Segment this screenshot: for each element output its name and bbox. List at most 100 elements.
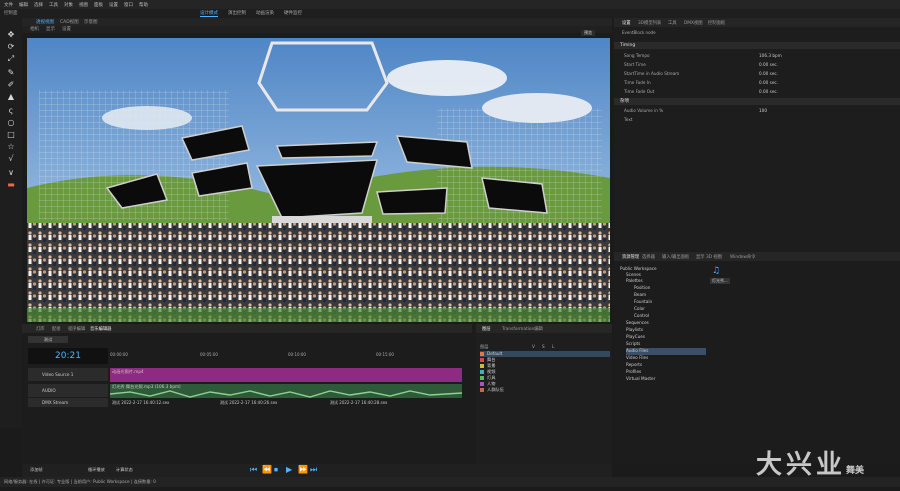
tab-schematic[interactable]: 示意图 (84, 19, 98, 25)
add-frame-button[interactable]: 添加帧 (30, 467, 43, 473)
tree-item[interactable]: Position (634, 285, 650, 292)
preview-button[interactable]: 预览 (581, 30, 595, 36)
tab-selector[interactable]: 选择器 (642, 254, 655, 260)
mode-show[interactable]: 演出控制 (228, 10, 246, 16)
circle-icon[interactable]: ○ (6, 118, 16, 127)
tree-item[interactable]: Profiles (626, 369, 641, 376)
tab-tools[interactable]: 工具 (668, 20, 677, 26)
menu-view[interactable]: 视图 (79, 2, 88, 8)
menu-object[interactable]: 对象 (64, 2, 73, 8)
flag-icon[interactable]: ▬ (6, 180, 16, 189)
menu-select[interactable]: 选择 (34, 2, 43, 8)
tab-patch[interactable]: 配接 (52, 326, 61, 332)
tree-item[interactable]: Scripts (626, 341, 640, 348)
square-icon[interactable]: □ (6, 130, 16, 139)
tree-item[interactable]: Playlists (626, 327, 643, 334)
tab-settings[interactable]: 设置 (622, 20, 631, 26)
menu-panel[interactable]: 面板 (94, 2, 103, 8)
layer-item[interactable]: 人物 (480, 381, 610, 387)
tab-transformation[interactable]: Transformation编辑 (502, 326, 543, 332)
tab-io-panel[interactable]: 输入/输出面板 (662, 254, 689, 260)
rotate-icon[interactable]: ⟳ (6, 42, 16, 51)
tree-item[interactable]: Reports (626, 362, 642, 369)
chevron-icon[interactable]: ∨ (6, 168, 16, 177)
track-video[interactable]: Video Source 1 (28, 368, 108, 381)
rewind-icon[interactable]: ⏪ (262, 465, 272, 474)
menu-window[interactable]: 窗口 (124, 2, 133, 8)
play-icon[interactable]: ▶ (286, 465, 292, 474)
prop-start-time[interactable]: Start Time 0.00 sec. (624, 61, 894, 68)
layer-item[interactable]: 舞台 (480, 357, 610, 363)
3d-viewport[interactable] (27, 38, 610, 322)
tree-item[interactable]: Sequences (626, 320, 649, 327)
tree-item-selected[interactable]: Audio Files (626, 348, 706, 355)
clip-video[interactable]: 动画光照片.mp4 (110, 368, 462, 382)
skip-start-icon[interactable]: ⏮ (250, 465, 257, 475)
loop-button[interactable]: 循环播放 (88, 467, 105, 473)
status-button[interactable]: 计算状态 (116, 467, 133, 473)
tree-item[interactable]: Beam (634, 292, 646, 299)
tab-window-commands[interactable]: Window命令 (730, 254, 756, 260)
layer-item[interactable]: 视频 (480, 369, 610, 375)
tab-cad[interactable]: CAD视图 (60, 19, 79, 25)
tab-control-panel[interactable]: 控制面板 (708, 20, 725, 26)
tree-item[interactable]: Control (634, 313, 649, 320)
spiral-icon[interactable]: ς (6, 106, 16, 115)
tree-item[interactable]: PlayCues (626, 334, 645, 341)
dmx-clips: 测试 2022-2-17 16:40:12.sex 测试 2022-2-17 1… (112, 400, 388, 405)
prop-text[interactable]: Text (624, 116, 894, 123)
prop-song-tempo[interactable]: Song Tempo 106.3 bpm (624, 52, 894, 59)
mode-design[interactable]: 设计模式 (200, 10, 218, 17)
brush-icon[interactable]: ✐ (6, 80, 16, 89)
misc-section[interactable]: 杂项 (614, 98, 900, 105)
menu-help[interactable]: 帮助 (139, 2, 148, 8)
menu-tools[interactable]: 工具 (49, 2, 58, 8)
test-button[interactable]: 测试 (28, 336, 68, 343)
prop-fade-in[interactable]: Time Fade In 0.00 sec. (624, 79, 894, 86)
skip-end-icon[interactable]: ⏭ (310, 465, 317, 475)
layer-item[interactable]: Default (480, 351, 610, 357)
tab-perspective[interactable]: 透视视图 (36, 19, 54, 25)
fill-icon[interactable]: ▲ (6, 92, 16, 101)
music-file-icon[interactable]: ♫ (712, 266, 720, 276)
tree-item[interactable]: Virtual Master (626, 376, 655, 383)
stop-icon[interactable]: ⏹ (274, 465, 278, 475)
camera-menu[interactable]: 相机 (30, 26, 39, 32)
menu-settings[interactable]: 设置 (109, 2, 118, 8)
tab-3d-view[interactable]: 显示 3D 视图 (696, 254, 722, 260)
clip-audio[interactable]: 灯光秀 舞台光照.mp3 (106.3 bpm) (110, 384, 462, 398)
tree-item[interactable]: Fountain (634, 299, 652, 306)
layer-item[interactable]: 灯具 (480, 375, 610, 381)
tree-item[interactable]: Video Files (626, 355, 648, 362)
layer-item[interactable]: 人群队伍 (480, 387, 610, 393)
prop-fade-out[interactable]: Time Fade Out 0.00 sec. (624, 88, 894, 95)
tab-layers[interactable]: 图层 (482, 326, 491, 332)
prop-audio-volume[interactable]: Audio Volume in % 100 (624, 107, 894, 114)
track-dmx[interactable]: DMX Stream (28, 398, 108, 407)
pen-icon[interactable]: ✎ (6, 68, 16, 77)
timing-section[interactable]: Timing (614, 42, 900, 49)
prop-start-time-audio[interactable]: StartTime in Audio Stream 0.00 sec. (624, 70, 894, 77)
layer-item[interactable]: 背景 (480, 363, 610, 369)
fast-forward-icon[interactable]: ⏩ (298, 465, 308, 474)
tab-3d-models[interactable]: 3D模型列表 (638, 20, 661, 26)
mode-hardware[interactable]: 硬件监控 (284, 10, 302, 16)
tab-music-editor[interactable]: 音乐编辑器 (90, 326, 111, 332)
tab-resource-manager[interactable]: 资源管理 (622, 254, 639, 260)
tree-item[interactable]: Color (634, 306, 645, 313)
move-icon[interactable]: ✥ (6, 30, 16, 39)
menu-file[interactable]: 文件 (4, 2, 13, 8)
mode-render[interactable]: 动画渲染 (256, 10, 274, 16)
resource-panel: 资源管理 选择器 输入/输出面板 显示 3D 视图 Window命令 Publi… (614, 252, 900, 464)
scale-icon[interactable]: ⤢ (6, 54, 16, 63)
settings-menu[interactable]: 设置 (62, 26, 71, 32)
star-icon[interactable]: ☆ (6, 142, 16, 151)
menu-edit[interactable]: 编辑 (19, 2, 28, 8)
tab-program[interactable]: 程序编辑 (68, 326, 85, 332)
tree-item[interactable]: Palettes (626, 278, 643, 285)
check-icon[interactable]: √ (6, 154, 16, 163)
track-audio[interactable]: AUDIO (28, 384, 108, 397)
tab-fixtures[interactable]: 灯库 (36, 326, 45, 332)
tab-dmx-view[interactable]: DMX视图 (684, 20, 703, 26)
display-menu[interactable]: 显示 (46, 26, 55, 32)
